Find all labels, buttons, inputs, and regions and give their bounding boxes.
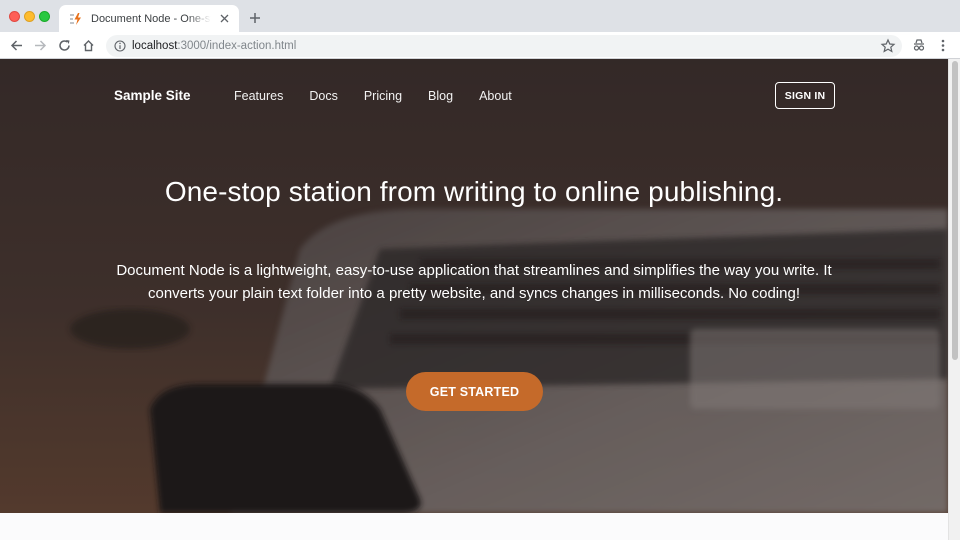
site-navbar: Sample Site Features Docs Pricing Blog A… bbox=[0, 59, 948, 133]
tab-title: Document Node - One-stop station from wr… bbox=[91, 12, 211, 25]
hero-headline: One-stop station from writing to online … bbox=[164, 176, 784, 207]
new-tab-plus-icon[interactable] bbox=[246, 9, 264, 27]
nav-links: Features Docs Pricing Blog About bbox=[234, 89, 538, 103]
sign-in-button[interactable]: SIGN IN bbox=[775, 82, 835, 109]
tab-close-icon[interactable] bbox=[217, 12, 231, 26]
browser-toolbar: localhost:3000/index-action.html bbox=[0, 32, 960, 59]
address-bar-url: localhost:3000/index-action.html bbox=[132, 40, 296, 52]
hero-section: Sample Site Features Docs Pricing Blog A… bbox=[0, 59, 948, 513]
lightning-icon bbox=[70, 12, 81, 25]
browser-tab-bar: Document Node - One-stop station from wr… bbox=[0, 0, 960, 32]
page-content-below-hero bbox=[0, 513, 948, 540]
browser-tab-active[interactable]: Document Node - One-stop station from wr… bbox=[59, 5, 239, 32]
reload-icon[interactable] bbox=[55, 36, 73, 54]
nav-link-features[interactable]: Features bbox=[234, 89, 283, 103]
url-host: localhost bbox=[132, 40, 178, 52]
address-bar[interactable]: localhost:3000/index-action.html bbox=[106, 35, 902, 57]
page-scrollbar[interactable] bbox=[948, 59, 960, 540]
info-icon[interactable] bbox=[114, 40, 126, 52]
home-icon[interactable] bbox=[79, 36, 97, 54]
nav-link-pricing[interactable]: Pricing bbox=[364, 89, 402, 103]
star-icon[interactable] bbox=[880, 38, 896, 54]
nav-link-docs[interactable]: Docs bbox=[309, 89, 337, 103]
window-zoom-button[interactable] bbox=[39, 11, 50, 22]
kebab-menu-icon[interactable] bbox=[934, 36, 952, 54]
url-path: :3000/index-action.html bbox=[177, 40, 297, 52]
hero-lead: Document Node is a lightweight, easy-to-… bbox=[116, 262, 832, 302]
arrow-left-icon[interactable] bbox=[7, 36, 25, 54]
page-viewport: Sample Site Features Docs Pricing Blog A… bbox=[0, 59, 960, 540]
site-brand[interactable]: Sample Site bbox=[114, 88, 191, 103]
nav-link-about[interactable]: About bbox=[479, 89, 512, 103]
window-minimize-button[interactable] bbox=[24, 11, 35, 22]
nav-link-blog[interactable]: Blog bbox=[428, 89, 453, 103]
scrollbar-thumb[interactable] bbox=[952, 61, 958, 360]
get-started-button[interactable]: GET STARTED bbox=[406, 372, 543, 411]
window-close-button[interactable] bbox=[9, 11, 20, 22]
arrow-right-icon[interactable] bbox=[31, 36, 49, 54]
incognito-icon[interactable] bbox=[910, 36, 928, 54]
